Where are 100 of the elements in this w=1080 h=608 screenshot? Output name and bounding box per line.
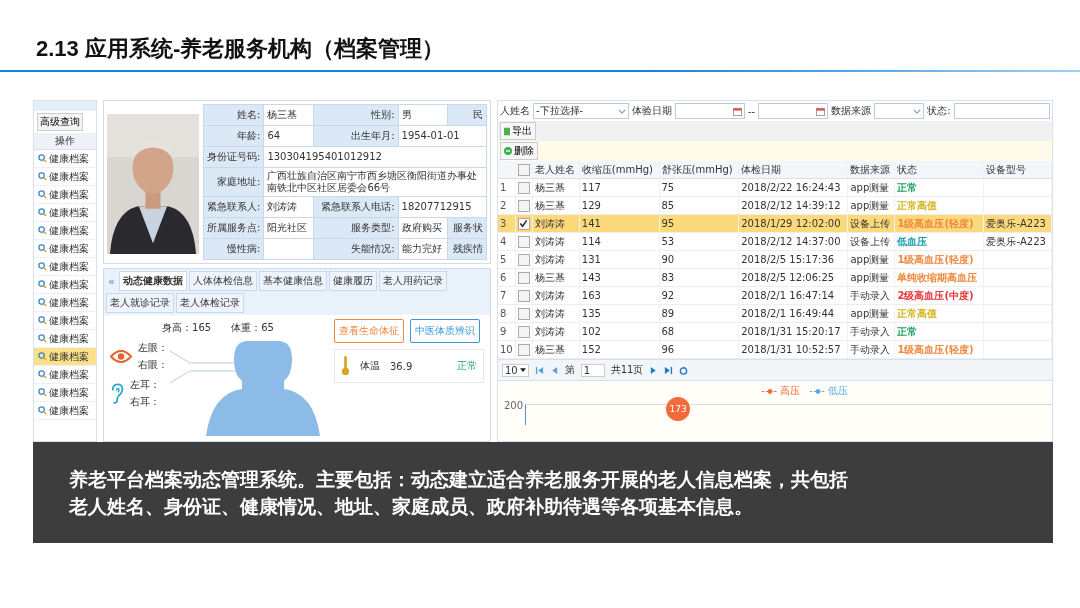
archive-link[interactable]: 健康档案 [34,222,96,240]
table-cell: 手动录入 [847,340,895,359]
field-value: 政府购买 [401,222,442,233]
table-cell: 53 [659,232,739,251]
last-page-icon[interactable] [664,365,674,375]
row-checkbox[interactable] [517,343,530,356]
archive-link[interactable]: 健康档案 [34,312,96,330]
table-row[interactable]: 4 刘涛涛 114 53 2018/2/12 14:37:00 设备上传 低血压 爱奥乐-A223 [498,232,1052,251]
ear-icon [110,382,124,405]
field-value: 杨三基 [267,109,298,120]
table-row[interactable]: 8 刘涛涛 135 89 2018/2/1 16:49:44 app测量 正常高值 [498,304,1052,323]
legend-marker-icon [762,387,778,395]
first-page-icon[interactable] [534,365,544,375]
status-text: 1级高血压(轻度) [897,343,974,355]
search-icon [38,208,47,217]
tab[interactable]: 老人就诊记录 [106,293,174,313]
archive-link[interactable]: 健康档案 [34,294,96,312]
tab[interactable]: 人体体检信息 [188,271,257,291]
field-value: 阳光社区 [267,222,308,233]
table-cell: 刘涛涛 [532,304,580,323]
table-row[interactable]: 2 杨三基 129 85 2018/2/12 14:39:12 app测量 正常高值 [498,196,1052,215]
page-prefix: 第 [564,363,575,377]
field-label: 年龄: [237,130,261,141]
tab[interactable]: 基本健康信息 [258,271,327,291]
toolbar-button[interactable]: 导出 [500,122,536,140]
row-checkbox[interactable] [517,325,530,338]
search-icon [38,154,47,163]
field-value: 1954-01-01 [401,130,460,141]
next-page-icon[interactable] [649,365,659,375]
table-row[interactable]: 6 杨三基 143 83 2018/2/5 12:06:25 app测量 单纯收缩期高血压 [498,268,1052,287]
previous-page-icon[interactable] [549,365,559,375]
field-value: 男 [401,109,412,120]
tab[interactable]: 健康履历 [328,271,377,291]
archive-link[interactable]: 健康档案 [34,186,96,204]
archive-link[interactable]: 健康档案 [34,168,96,186]
archive-link[interactable]: 健康档案 [34,150,96,168]
field-label: 慢性病: [227,243,261,254]
table-cell: 杨三基 [532,340,580,359]
row-checkbox[interactable] [517,253,530,266]
row-checkbox[interactable] [517,271,530,284]
archive-link[interactable]: 健康档案 [34,258,96,276]
page-size-select[interactable]: 10 [502,363,529,377]
filter-label: 数据来源 [831,104,872,118]
row-checkbox[interactable] [517,217,530,230]
row-checkbox[interactable] [517,307,530,320]
filter-label: 状态: [927,104,951,118]
tab[interactable]: 动态健康数据 [118,271,187,291]
table-cell: 75 [659,178,739,197]
row-checkbox[interactable] [517,199,530,212]
weight-reading: 体重：65 [231,321,274,335]
field-label: 出生年月: [351,130,395,141]
archive-link[interactable]: 健康档案 [34,366,96,384]
table-cell: 89 [659,304,739,323]
table-row[interactable]: 10 杨三基 152 96 2018/1/31 10:52:57 手动录入 1级高血压(轻度) [498,340,1052,359]
table-row[interactable]: 3 刘涛涛 141 95 2018/1/29 12:02:00 设备上传 1级高血压(轻度) 爱奥乐-A223 [498,214,1052,233]
tab[interactable]: 老人用药记录 [378,271,447,291]
table-cell: 117 [579,178,659,197]
legend-item: 高压 [762,384,800,398]
date-field[interactable] [758,103,829,119]
archive-link[interactable]: 健康档案 [34,240,96,258]
archive-link[interactable]: 健康档案 [34,204,96,222]
filter-label: 体验日期 [632,104,672,118]
row-checkbox[interactable] [517,289,530,302]
date-field[interactable] [675,103,745,119]
query-button[interactable]: 高级查询 [37,113,83,131]
row-checkbox[interactable] [517,181,530,194]
table-row[interactable]: 7 刘涛涛 163 92 2018/2/1 16:47:14 手动录入 2级高血压(中度) [498,286,1052,305]
table-row[interactable]: 9 刘涛涛 102 68 2018/1/31 15:20:17 手动录入 正常 [498,322,1052,341]
column-header: 收缩压(mmHg) [579,161,659,179]
table-cell: 2018/2/12 14:37:00 [738,232,848,251]
refresh-icon[interactable] [679,365,689,375]
row-checkbox[interactable] [517,235,530,248]
delete-icon [504,147,512,155]
table-cell: 2018/2/1 16:49:44 [738,304,848,323]
legend-marker-icon [810,387,826,395]
archive-link[interactable]: 健康档案 [34,276,96,294]
archive-link[interactable]: 健康档案 [34,348,96,366]
select-all-checkbox[interactable] [517,163,530,176]
table-row[interactable]: 1 杨三基 117 75 2018/2/22 16:24:43 app测量 正常 [498,178,1052,197]
status-text: 正常 [897,181,918,193]
status-text: 正常高值 [897,199,938,211]
table-cell: 143 [579,268,659,287]
table-cell: app测量 [847,268,895,287]
archive-link[interactable]: 健康档案 [34,384,96,402]
table-cell: 85 [659,196,739,215]
toolbar-button[interactable]: 删除 [500,142,538,160]
axis-tick-label: 200 [504,400,524,411]
name-select[interactable]: -下拉选择- [533,103,629,119]
tab[interactable]: 老人体检记录 [176,293,244,313]
source-select[interactable] [874,103,925,119]
search-icon [38,280,47,289]
archive-link[interactable]: 健康档案 [34,402,96,420]
table-row[interactable]: 5 刘涛涛 131 90 2018/2/5 15:17:36 app测量 1级高血压(轻度) [498,250,1052,269]
status-field[interactable] [953,103,1050,119]
sense-label: 左耳： [130,378,160,392]
search-icon [38,172,47,181]
page-input[interactable]: 1 [580,363,605,377]
column-header: 设备型号 [983,161,1052,179]
field-label: 紧急联系人: [207,201,261,212]
row-number: 5 [498,250,516,269]
